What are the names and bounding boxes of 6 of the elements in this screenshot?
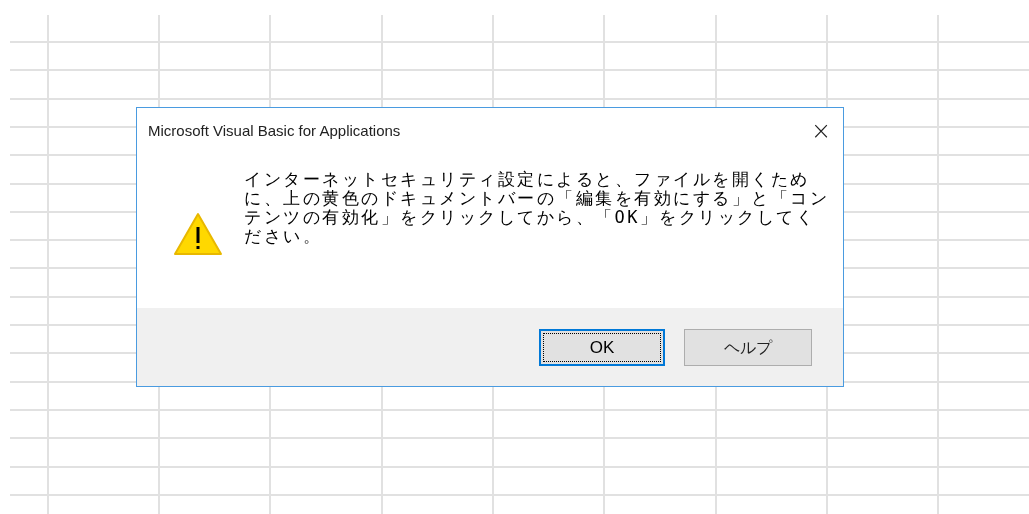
close-button[interactable]: × — [810, 119, 831, 143]
ok-button[interactable]: OK — [539, 329, 665, 366]
warning-icon — [173, 212, 223, 256]
window-title: Microsoft Visual Basic for Applications — [148, 120, 401, 141]
message-text: インターネットセキュリティ設定によると、ファイルを開くために、上の黄色のドキュメントバーの「編集を有効にする」と「コンテンツの有効化」をクリックしてから、「OK」をクリックしてください。 — [244, 170, 829, 246]
help-button[interactable]: ヘルプ — [684, 329, 812, 366]
